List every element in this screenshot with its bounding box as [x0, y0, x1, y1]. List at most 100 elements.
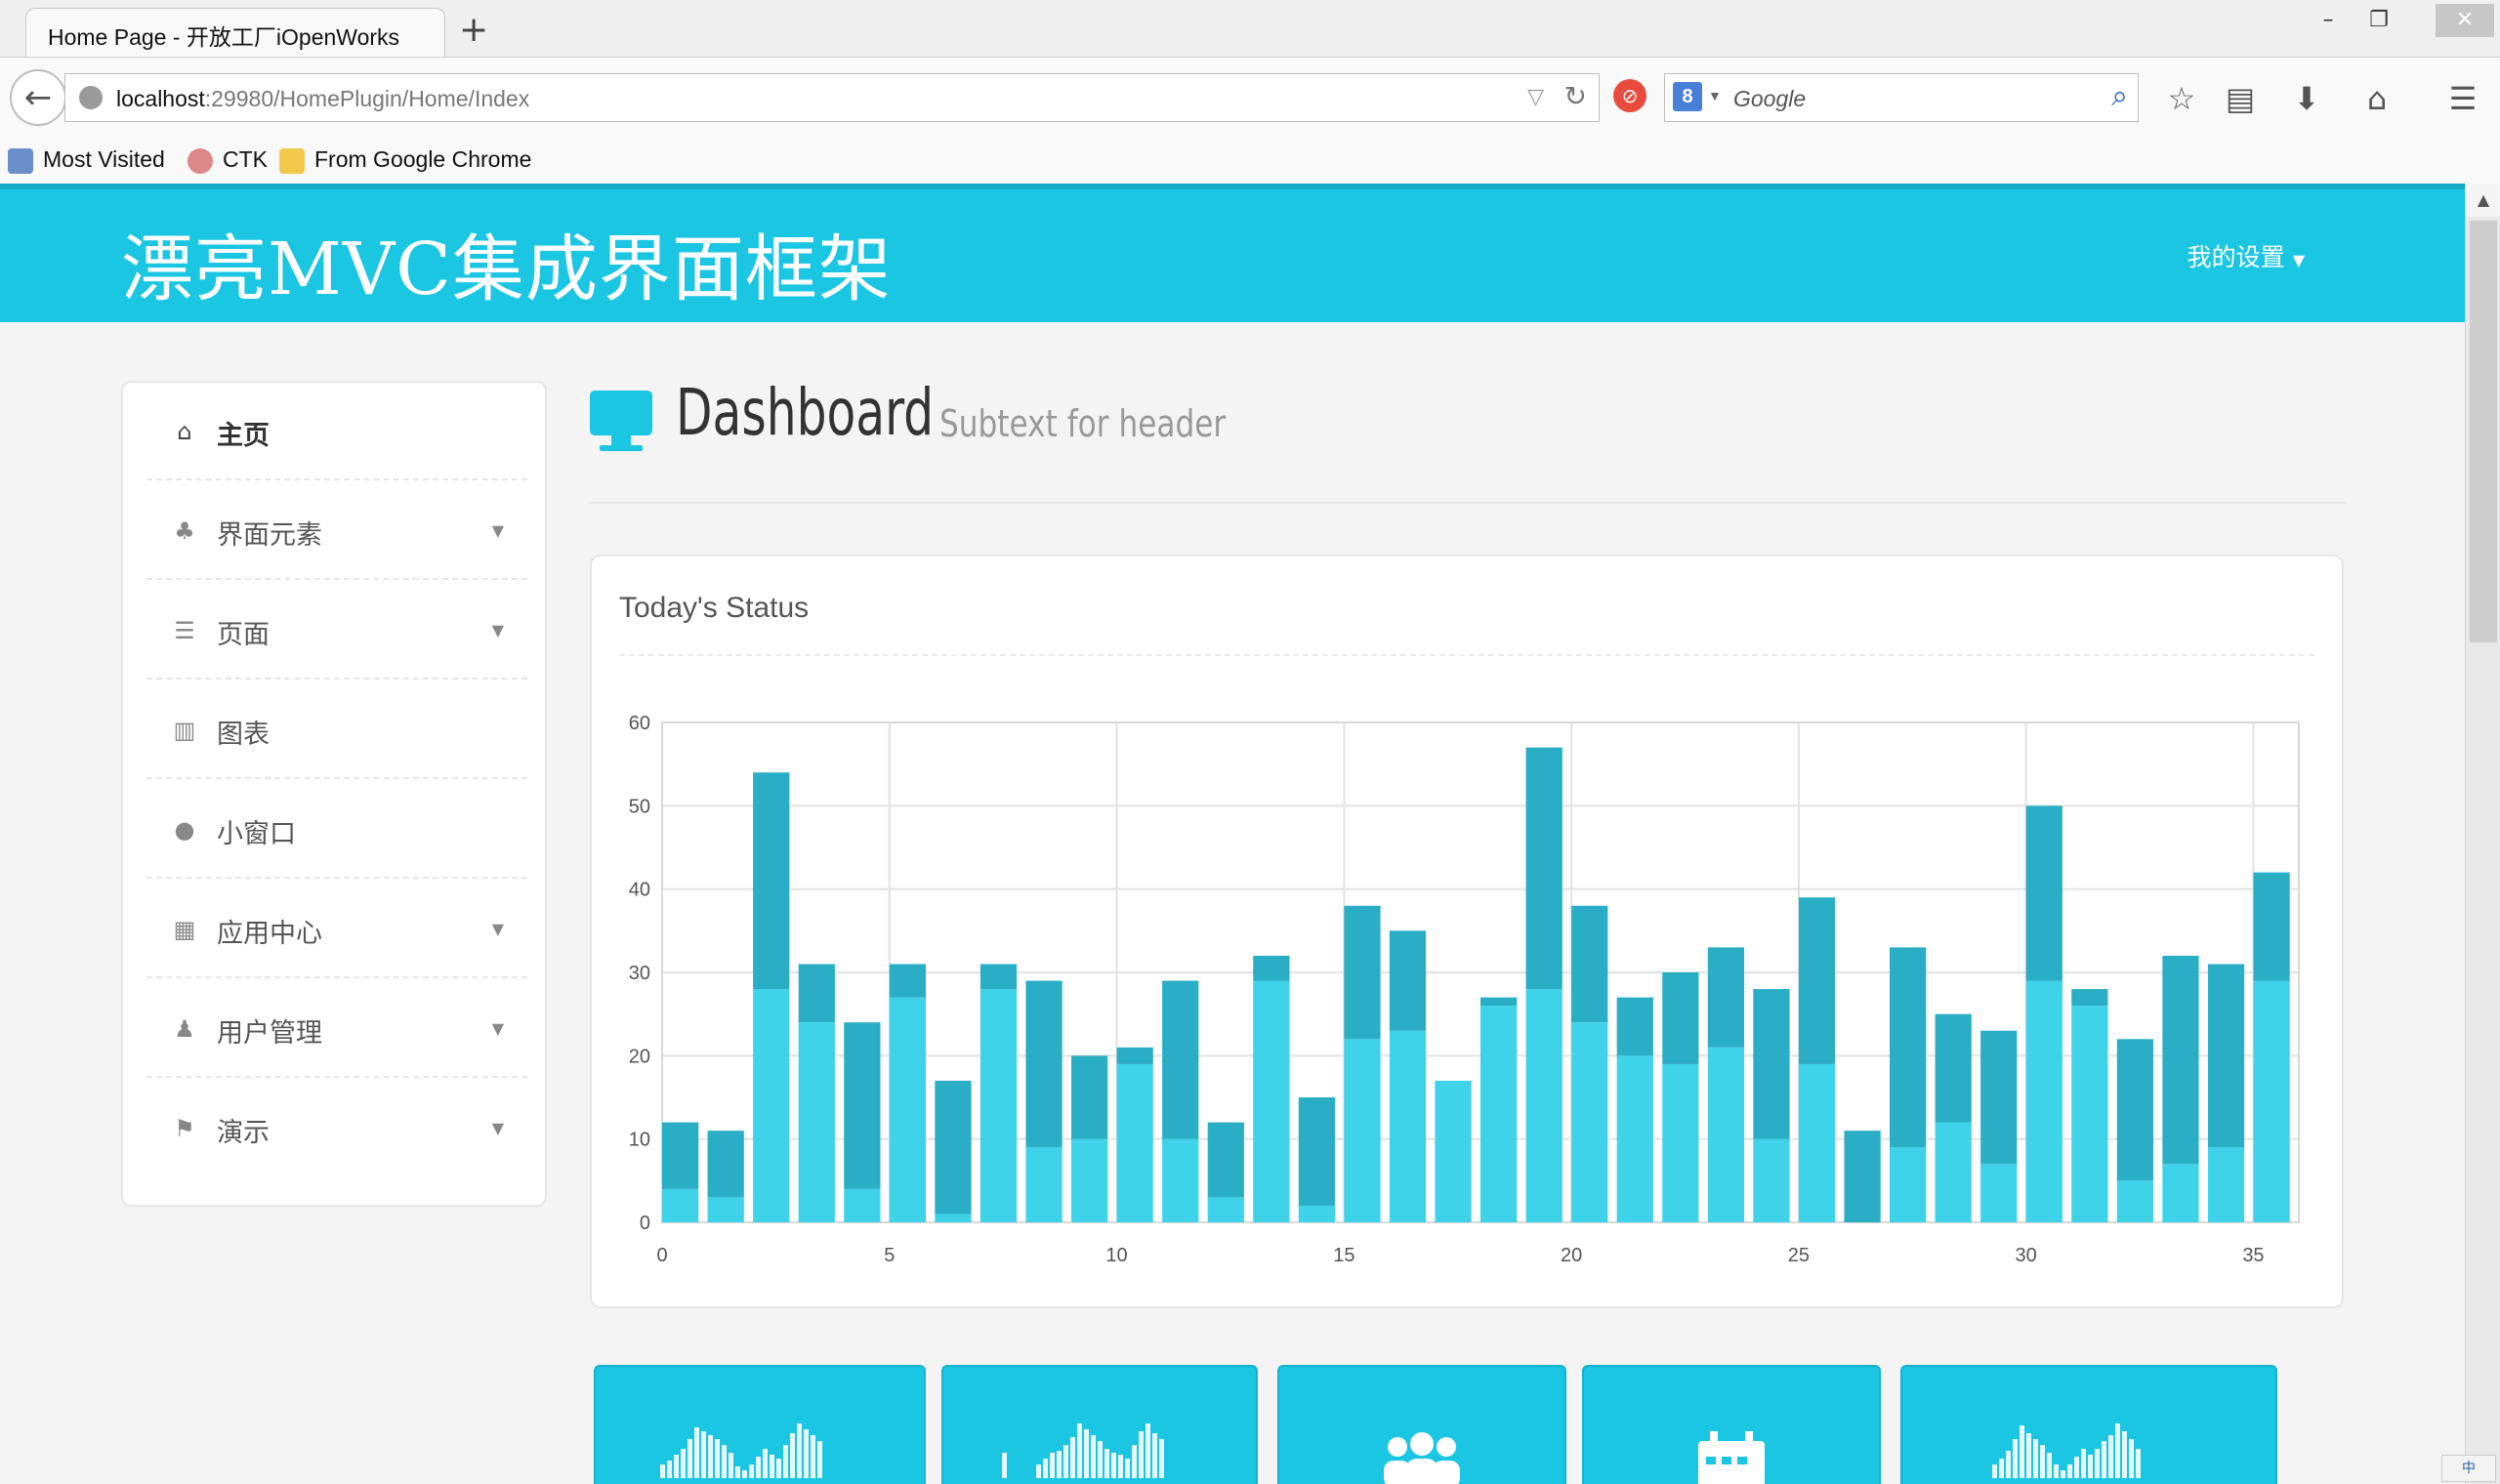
stat-tile-4[interactable] — [1582, 1365, 1881, 1484]
search-icon[interactable]: ⌕ — [2111, 80, 2128, 113]
user-settings-menu[interactable]: 我的设置 ▼ — [2188, 238, 2305, 273]
sparkline-bar — [742, 1470, 747, 1478]
restore-button[interactable]: ❐ — [2350, 4, 2408, 37]
sparkline-bar — [2061, 1470, 2065, 1478]
stat-tile-5[interactable] — [1900, 1365, 2277, 1484]
bookmark-ctk[interactable]: CTK — [188, 146, 268, 174]
history-dropdown-icon[interactable]: ▽ — [1527, 84, 1544, 109]
page-subtitle: Subtext for header — [939, 402, 1227, 445]
back-arrow-icon: ← — [23, 78, 53, 117]
bar — [1025, 980, 1062, 1148]
bar — [1344, 905, 1381, 1040]
sidebar-item-widgets[interactable]: ● 小窗口 — [146, 781, 527, 879]
sparkline-bar — [2026, 1433, 2031, 1478]
bar — [1389, 930, 1427, 1031]
sparkline-bar — [735, 1466, 740, 1478]
bookmark-most-visited[interactable]: Most Visited — [8, 146, 165, 174]
caret-down-icon: ▼ — [491, 1119, 504, 1137]
browser-tab[interactable]: Home Page - 开放工厂iOpenWorks — [25, 8, 445, 59]
sparkline-bar — [790, 1433, 795, 1478]
sidebar-item-pages[interactable]: ☰ 页面 ▼ — [146, 582, 527, 680]
sparkline-bar — [722, 1445, 727, 1478]
sparkline-bar — [1084, 1429, 1089, 1478]
sparkline-bar — [681, 1449, 686, 1478]
bar — [1980, 1030, 2018, 1165]
sparkline-bar — [1159, 1439, 1164, 1478]
sparkline-icon — [1992, 1423, 2143, 1482]
bar — [2162, 1164, 2199, 1222]
url-host: localhost — [116, 86, 205, 111]
home-icon: ⌂ — [177, 418, 192, 445]
flag-icon: ⚑ — [174, 1115, 195, 1142]
sitemap-icon: ♣ — [174, 517, 195, 545]
bar — [1071, 1055, 1108, 1139]
page-scrollbar[interactable]: ▲ — [2465, 184, 2500, 1484]
bar — [1435, 1080, 1472, 1222]
sparkline-bar — [2122, 1431, 2127, 1478]
sparkline-bar — [2047, 1453, 2052, 1478]
new-tab-button[interactable]: + — [459, 10, 488, 50]
bar — [1935, 1013, 1972, 1123]
y-tick-label: 20 — [629, 1046, 650, 1067]
stat-tile-1[interactable] — [594, 1365, 926, 1484]
sparkline-icon — [660, 1423, 824, 1482]
users-icon — [1384, 1432, 1460, 1484]
sparkline-bar — [1002, 1453, 1007, 1478]
bar — [1616, 997, 1653, 1056]
sparkline-bar — [701, 1431, 706, 1478]
bar — [935, 1214, 972, 1222]
sidebar-item-home[interactable]: ⌂ 主页 — [146, 383, 527, 480]
y-tick-label: 0 — [640, 1213, 650, 1234]
close-window-button[interactable]: ✕ — [2436, 4, 2494, 37]
x-tick-label: 20 — [1561, 1245, 1582, 1266]
bar — [979, 989, 1018, 1222]
sparkline-bar — [1139, 1431, 1144, 1478]
minimize-button[interactable]: – — [2299, 4, 2357, 37]
bar — [798, 1022, 835, 1222]
bar — [2116, 1180, 2154, 1222]
sidebar-item-app-center[interactable]: ▦ 应用中心 ▼ — [146, 881, 527, 978]
search-bar[interactable]: 8 ▼ Google ⌕ — [1664, 73, 2139, 122]
home-icon[interactable]: ⌂ — [2355, 77, 2398, 120]
sidebar-item-demo[interactable]: ⚑ 演示 ▼ — [146, 1080, 527, 1177]
status-panel: Today's Status 0 10 20 30 40 50 60 0 5 10 15 20 25 30… — [590, 555, 2344, 1308]
reload-icon[interactable]: ↻ — [1564, 80, 1587, 112]
sidebar-item-ui-elements[interactable]: ♣ 界面元素 ▼ — [146, 482, 527, 580]
ime-indicator[interactable]: 中 — [2441, 1455, 2496, 1482]
scrollbar-thumb[interactable] — [2470, 221, 2497, 642]
bookmark-from-google-chrome[interactable]: From Google Chrome — [279, 146, 531, 174]
bar — [889, 997, 927, 1222]
bar — [753, 772, 790, 990]
address-bar[interactable]: localhost:29980/HomePlugin/Home/Index ▽ … — [64, 73, 1600, 122]
menu-icon[interactable]: ☰ — [2441, 77, 2484, 120]
ctk-icon — [188, 147, 213, 174]
caret-down-icon: ▼ — [491, 621, 504, 639]
bar — [1389, 1030, 1427, 1222]
sparkline-bar — [1118, 1455, 1123, 1478]
brand-title[interactable]: 漂亮MVC集成界面框架 — [121, 211, 892, 315]
x-tick-label: 30 — [2016, 1245, 2037, 1266]
x-tick-label: 15 — [1333, 1245, 1354, 1266]
stat-tile-2[interactable] — [941, 1365, 1258, 1484]
search-engine-icon[interactable]: 8 — [1673, 82, 1702, 111]
sparkline-bar — [1152, 1433, 1157, 1478]
scroll-up-icon[interactable]: ▲ — [2466, 184, 2500, 217]
sparkline-bar — [749, 1464, 754, 1478]
sparkline-bar — [2095, 1449, 2100, 1478]
bar — [2071, 1006, 2108, 1222]
bookmark-star-icon[interactable]: ☆ — [2160, 77, 2203, 120]
sparkline-bar — [667, 1461, 672, 1478]
user-icon: ♟ — [174, 1015, 195, 1043]
search-placeholder: Google — [1733, 86, 1807, 111]
bar — [1662, 1063, 1699, 1222]
y-tick-label: 30 — [629, 963, 650, 984]
download-icon[interactable]: ⬇ — [2285, 77, 2328, 120]
adblock-icon[interactable]: ⊘ — [1613, 79, 1646, 112]
sidebar-item-charts[interactable]: ▥ 图表 — [146, 681, 527, 779]
sidebar-item-user-management[interactable]: ♟ 用户管理 ▼ — [146, 980, 527, 1078]
bar — [1662, 972, 1699, 1064]
chevron-down-icon[interactable]: ▼ — [1708, 88, 1722, 103]
reading-list-icon[interactable]: ▤ — [2219, 77, 2262, 120]
stat-tile-3[interactable] — [1277, 1365, 1566, 1484]
back-button[interactable]: ← — [10, 69, 66, 126]
